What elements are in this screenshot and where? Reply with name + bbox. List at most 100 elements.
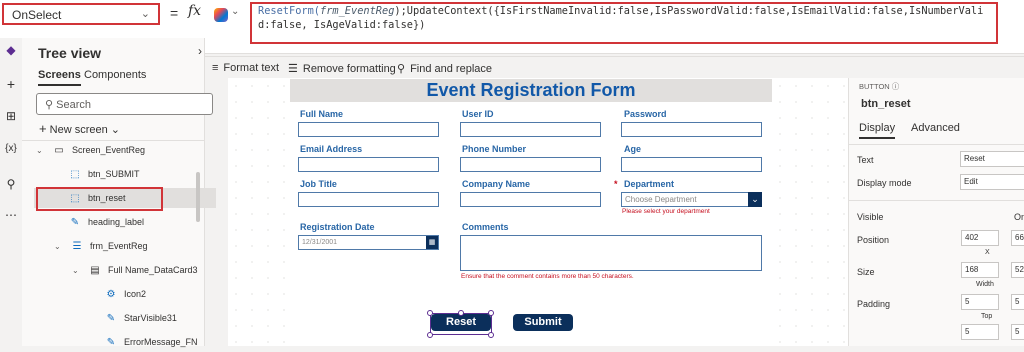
format-text-button[interactable]: ≡ Format text [212, 62, 279, 74]
format-text-icon: ≡ [212, 62, 219, 74]
tree-node-screen[interactable]: ⌄ ▭ Screen_EventReg [36, 140, 196, 160]
display-mode-dropdown[interactable]: Edit [960, 174, 1024, 190]
resize-handle[interactable] [427, 310, 433, 316]
visible-label: Visible [857, 212, 884, 222]
comments-error: Ensure that the comment contains more th… [461, 273, 634, 280]
comments-label: Comments [462, 222, 509, 232]
tree-node-starvisible[interactable]: ✎ StarVisible31 [104, 308, 204, 328]
size-width-input[interactable]: 168 [961, 262, 999, 278]
age-label: Age [624, 144, 642, 154]
help-icon[interactable]: ⓘ [892, 82, 900, 91]
resize-handle[interactable] [427, 332, 433, 338]
comments-input[interactable] [460, 235, 762, 271]
company-input[interactable] [460, 192, 601, 207]
tree-node-label: btn_SUBMIT [88, 169, 140, 179]
visible-toggle[interactable]: On [1014, 212, 1024, 222]
tree-node-datacard[interactable]: ⌄ ▤ Full Name_DataCard3 [72, 260, 202, 280]
phone-input[interactable] [460, 157, 601, 172]
resize-handle[interactable] [488, 310, 494, 316]
remove-formatting-button[interactable]: ☰ Remove formatting [288, 62, 396, 75]
remove-formatting-icon: ☰ [288, 63, 298, 75]
tree-node-label: frm_EventReg [90, 241, 148, 251]
width-label: Width [976, 281, 994, 288]
icon-icon: ⚙ [106, 288, 116, 300]
property-dropdown[interactable]: OnSelect ⌄ [2, 3, 160, 25]
position-label: Position [857, 235, 890, 245]
data-icon[interactable]: ⊞ [3, 109, 19, 123]
selection-box [430, 313, 492, 335]
padding-right-input[interactable]: 5 [1011, 294, 1024, 310]
resize-handle[interactable] [488, 332, 494, 338]
tree-node-btn-submit[interactable]: ⬚ btn_SUBMIT [68, 164, 188, 184]
tree-node-icon2[interactable]: ⚙ Icon2 [104, 284, 204, 304]
tree-node-label: Screen_EventReg [72, 145, 146, 155]
email-input[interactable] [298, 157, 439, 172]
submit-button[interactable]: Submit [513, 314, 573, 331]
padding-bottom-input[interactable]: 5 [961, 324, 999, 340]
tab-advanced[interactable]: Advanced [911, 122, 960, 134]
new-screen-label: New screen [49, 124, 108, 136]
tree-view-title: Tree view [38, 45, 102, 61]
plus-icon[interactable]: + [3, 76, 19, 92]
search-icon[interactable]: ⚲ [3, 177, 19, 191]
age-input[interactable] [621, 157, 762, 172]
display-mode-label: Display mode [857, 178, 912, 188]
padding-left-input[interactable]: 5 [1011, 324, 1024, 340]
find-replace-button[interactable]: ⚲ Find and replace [397, 62, 492, 75]
more-icon[interactable]: ⋯ [3, 208, 19, 222]
tree-node-heading-label[interactable]: ✎ heading_label [68, 212, 188, 232]
formula-function: ResetForm( [258, 5, 320, 17]
layers-icon[interactable]: ◆ [3, 43, 19, 57]
chevron-right-icon[interactable]: › [198, 44, 202, 58]
chevron-down-icon[interactable]: ⌄ [748, 192, 762, 207]
new-screen-button[interactable]: + New screen ⌄ [39, 121, 120, 136]
search-placeholder: Search [56, 99, 91, 111]
calendar-icon[interactable]: ▦ [426, 236, 438, 249]
label-icon: ✎ [70, 216, 80, 228]
tree-node-label: Icon2 [124, 289, 147, 299]
screen-icon: ▭ [54, 144, 64, 156]
resize-handle[interactable] [458, 310, 464, 316]
format-toolbar: ≡ Format text ☰ Remove formatting ⚲ Find an… [205, 56, 1024, 78]
card-icon: ▤ [90, 264, 100, 276]
password-input[interactable] [621, 122, 762, 137]
search-icon: ⚲ [397, 63, 406, 75]
divider [849, 200, 1024, 201]
tree-scrollbar[interactable] [196, 172, 200, 222]
tree-node-label: Full Name_DataCard3 [108, 265, 198, 275]
formula-input[interactable]: ResetForm(frm_EventReg);UpdateContext({I… [250, 2, 998, 44]
left-rail: ◆ + ⊞ {x} ⚲ ⋯ [0, 38, 22, 346]
plus-icon: + [39, 121, 47, 136]
top-label: Top [981, 313, 993, 320]
chevron-down-icon[interactable]: ⌄ [231, 6, 239, 17]
full-name-input[interactable] [298, 122, 439, 137]
department-label: Department [624, 179, 675, 189]
position-x-input[interactable]: 402 [961, 230, 999, 246]
password-label: Password [624, 109, 667, 119]
text-prop-input[interactable]: Reset [960, 151, 1024, 167]
fx-icon[interactable]: fx [188, 3, 201, 19]
reg-date-picker[interactable]: 12/31/2001 ▦ [298, 235, 439, 250]
tree-node-frm-eventreg[interactable]: ⌄ ☰ frm_EventReg [54, 236, 194, 256]
department-dropdown[interactable]: Choose Department ⌄ [621, 192, 762, 207]
required-star: * [614, 179, 618, 189]
tree-node-label: StarVisible31 [124, 313, 177, 323]
copilot-icon[interactable] [214, 8, 228, 22]
remove-formatting-label: Remove formatting [302, 63, 396, 75]
padding-top-input[interactable]: 5 [961, 294, 999, 310]
variables-icon[interactable]: {x} [3, 143, 19, 154]
size-height-input[interactable]: 52 [1011, 262, 1024, 278]
search-input[interactable]: ⚲ Search [36, 93, 213, 115]
tab-display[interactable]: Display [859, 122, 896, 139]
tree-node-errormessage[interactable]: ✎ ErrorMessage_FN [104, 332, 204, 352]
tab-screens[interactable]: Screens [38, 69, 81, 86]
job-title-input[interactable] [298, 192, 439, 207]
position-y-input[interactable]: 66 [1011, 230, 1024, 246]
property-dropdown-value: OnSelect [12, 8, 62, 22]
properties-pane: BUTTON ⓘ btn_reset Display Advanced Text… [848, 78, 1024, 346]
label-icon: ✎ [106, 312, 116, 324]
control-name: btn_reset [861, 98, 911, 110]
user-id-input[interactable] [460, 122, 601, 137]
email-label: Email Address [300, 144, 363, 154]
tab-components[interactable]: Components [84, 69, 146, 81]
